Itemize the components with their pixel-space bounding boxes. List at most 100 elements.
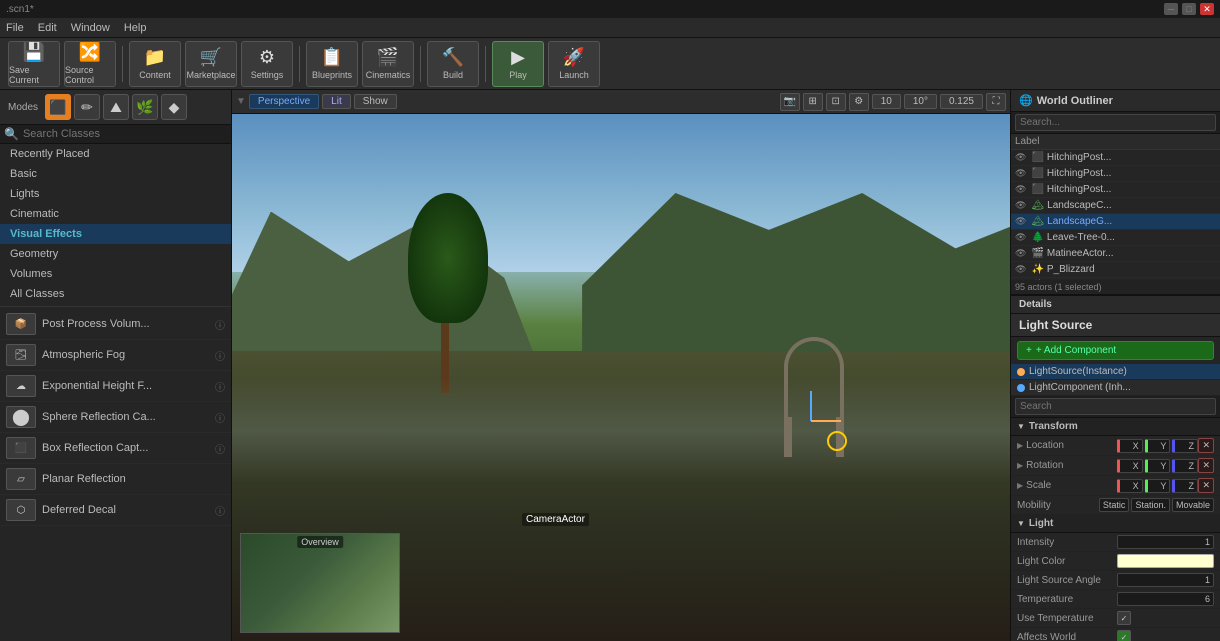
scale-y[interactable]: Y <box>1145 479 1171 493</box>
viewport-dropdown-arrow[interactable]: ▼ <box>236 96 246 107</box>
category-volumes[interactable]: Volumes <box>0 264 231 284</box>
launch-label: Launch <box>559 70 589 80</box>
location-z[interactable]: Z <box>1172 439 1198 453</box>
component-label: LightComponent (Inh... <box>1029 382 1131 393</box>
close-button[interactable]: ✕ <box>1200 3 1214 15</box>
category-geometry[interactable]: Geometry <box>0 244 231 264</box>
list-item[interactable]: 📦 Post Process Volum... ⓘ <box>0 309 231 340</box>
outliner-item[interactable]: 👁 ⬛ HitchingPost... <box>1011 166 1220 182</box>
actor-name: LandscapeG... <box>1047 216 1216 227</box>
list-item[interactable]: ☁ Exponential Height F... ⓘ <box>0 371 231 402</box>
menu-file[interactable]: File <box>6 22 24 34</box>
planar-reflection-label: Planar Reflection <box>42 473 225 485</box>
outliner-search <box>1011 112 1220 134</box>
list-item[interactable]: ▱ Planar Reflection <box>0 464 231 495</box>
actor-name: HitchingPost... <box>1047 152 1216 163</box>
menu-window[interactable]: Window <box>71 22 110 34</box>
grid-value[interactable]: 10 <box>872 94 901 109</box>
play-button[interactable]: ▶ Play <box>492 41 544 87</box>
viewport-snap-icon[interactable]: ⊡ <box>826 93 846 111</box>
location-x[interactable]: X <box>1117 439 1143 453</box>
component-light[interactable]: LightComponent (Inh... <box>1011 380 1220 396</box>
mobility-movable[interactable]: Movable <box>1172 498 1214 512</box>
maximize-viewport-icon[interactable]: ⛶ <box>986 93 1006 111</box>
left-panel: Modes ⬛ ✏ ⛰ 🌿 ◆ 🔍 Recently Placed Basic … <box>0 90 232 641</box>
category-recently-placed[interactable]: Recently Placed <box>0 144 231 164</box>
outliner-search-input[interactable] <box>1015 114 1216 131</box>
mode-landscape-button[interactable]: ⛰ <box>103 94 129 120</box>
perspective-button[interactable]: Perspective <box>249 94 319 109</box>
category-lights[interactable]: Lights <box>0 184 231 204</box>
outliner-item-selected[interactable]: 👁 🏔 LandscapeG... <box>1011 214 1220 230</box>
settings-button[interactable]: ⚙ Settings <box>241 41 293 87</box>
light-color-value <box>1117 554 1214 568</box>
marketplace-button[interactable]: 🛒 Marketplace <box>185 41 237 87</box>
expand-arrow: ▶ <box>1017 441 1023 450</box>
cinematics-button[interactable]: 🎬 Cinematics <box>362 41 414 87</box>
mode-geometry-button[interactable]: ◆ <box>161 94 187 120</box>
sphere-reflection-label: Sphere Reflection Ca... <box>42 411 209 423</box>
add-component-button[interactable]: + + Add Component <box>1017 341 1214 360</box>
list-item[interactable]: 🌫 Atmospheric Fog ⓘ <box>0 340 231 371</box>
content-button[interactable]: 📁 Content <box>129 41 181 87</box>
rotation-y[interactable]: Y <box>1145 459 1171 473</box>
minimize-button[interactable]: ─ <box>1164 3 1178 15</box>
scale-x[interactable]: X <box>1117 479 1143 493</box>
use-temperature-toggle[interactable]: ✓ <box>1117 611 1131 625</box>
viewport-canvas[interactable]: CameraActor Overview <box>232 114 1010 641</box>
lit-button[interactable]: Lit <box>322 94 351 109</box>
outliner-item[interactable]: 👁 ⬛ HitchingPost... <box>1011 150 1220 166</box>
temperature-input[interactable]: 6 <box>1117 592 1214 606</box>
component-light-source[interactable]: LightSource(Instance) <box>1011 364 1220 380</box>
menu-help[interactable]: Help <box>124 22 147 34</box>
rotation-reset[interactable]: ✕ <box>1198 458 1214 473</box>
intensity-input[interactable]: 1 <box>1117 535 1214 549</box>
viewport-grid-icon[interactable]: ⊞ <box>803 93 823 111</box>
mode-foliage-button[interactable]: 🌿 <box>132 94 158 120</box>
list-item[interactable]: ⬡ Deferred Decal ⓘ <box>0 495 231 526</box>
outliner-item[interactable]: 👁 🎬 MatineeActor... <box>1011 246 1220 262</box>
deferred-decal-icon: ⬡ <box>6 499 36 521</box>
category-all-classes[interactable]: All Classes <box>0 284 231 304</box>
category-cinematic[interactable]: Cinematic <box>0 204 231 224</box>
show-button[interactable]: Show <box>354 94 397 109</box>
scale-value[interactable]: 0.125 <box>940 94 983 109</box>
scale-reset[interactable]: ✕ <box>1198 478 1214 493</box>
mobility-stationary[interactable]: Station. <box>1131 498 1170 512</box>
mobility-static[interactable]: Static <box>1099 498 1130 512</box>
outliner-item[interactable]: 👁 🏔 LandscapeC... <box>1011 198 1220 214</box>
location-y[interactable]: Y <box>1145 439 1171 453</box>
save-button[interactable]: 💾 Save Current <box>8 41 60 87</box>
category-visual-effects[interactable]: Visual Effects <box>0 224 231 244</box>
search-input[interactable] <box>23 128 227 140</box>
scale-z[interactable]: Z <box>1172 479 1198 493</box>
location-reset[interactable]: ✕ <box>1198 438 1214 453</box>
maximize-button[interactable]: □ <box>1182 3 1196 15</box>
light-color-swatch[interactable] <box>1117 554 1214 568</box>
launch-button[interactable]: 🚀 Launch <box>548 41 600 87</box>
outliner-item[interactable]: 👁 🌲 Leave-Tree-0... <box>1011 230 1220 246</box>
light-source-angle-label: Light Source Angle <box>1017 575 1117 586</box>
blueprints-button[interactable]: 📋 Blueprints <box>306 41 358 87</box>
list-item[interactable]: ⬤ Sphere Reflection Ca... ⓘ <box>0 402 231 433</box>
light-source-angle-input[interactable]: 1 <box>1117 573 1214 587</box>
list-item[interactable]: ⬛ Box Reflection Capt... ⓘ <box>0 433 231 464</box>
transform-section-header[interactable]: ▼ Transform <box>1011 418 1220 436</box>
rotation-x[interactable]: X <box>1117 459 1143 473</box>
outliner-item[interactable]: 👁 ⬛ HitchingPost... <box>1011 182 1220 198</box>
viewport-settings-icon[interactable]: ⚙ <box>849 93 869 111</box>
mode-paint-button[interactable]: ✏ <box>74 94 100 120</box>
details-search-input[interactable] <box>1015 398 1216 415</box>
rotation-value[interactable]: 10° <box>904 94 937 109</box>
build-button[interactable]: 🔨 Build <box>427 41 479 87</box>
mode-place-button[interactable]: ⬛ <box>45 94 71 120</box>
outliner-item[interactable]: 👁 ✨ P_Blizzard <box>1011 262 1220 278</box>
eye-icon: 👁 <box>1015 168 1026 179</box>
affects-world-toggle[interactable]: ✓ <box>1117 630 1131 641</box>
source-control-button[interactable]: 🔀 Source Control <box>64 41 116 87</box>
light-section-header[interactable]: ▼ Light <box>1011 515 1220 533</box>
viewport-camera-icon[interactable]: 📷 <box>780 93 800 111</box>
category-basic[interactable]: Basic <box>0 164 231 184</box>
rotation-z[interactable]: Z <box>1172 459 1198 473</box>
menu-edit[interactable]: Edit <box>38 22 57 34</box>
